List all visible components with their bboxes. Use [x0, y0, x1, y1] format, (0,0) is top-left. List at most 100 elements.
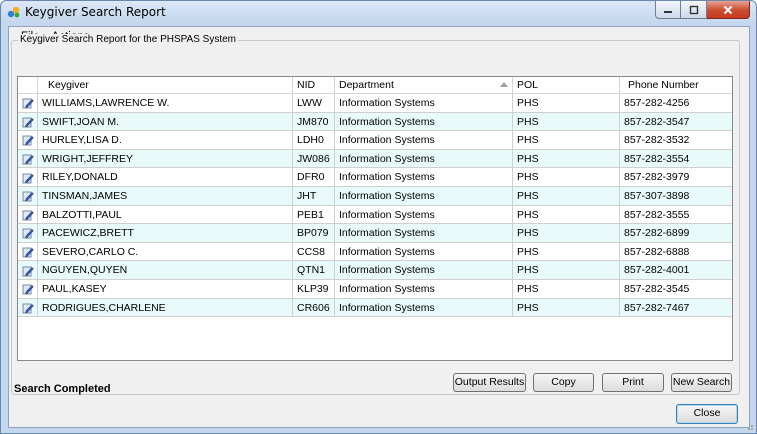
grid-body: WILLIAMS,LAWRENCE W. LWW Information Syste…	[18, 94, 732, 318]
cell-keygiver: WRIGHT,JEFFREY	[38, 149, 293, 169]
edit-pencil-icon	[22, 173, 34, 184]
cell-keygiver: WILLIAMS,LAWRENCE W.	[38, 94, 293, 113]
cell-keygiver: NGUYEN,QUYEN	[38, 261, 293, 280]
cell-nid: KLP39	[293, 279, 335, 299]
table-row[interactable]: TINSMAN,JAMES JHT Information Systems PHS 85…	[18, 186, 732, 206]
window-close-button[interactable]	[707, 1, 750, 19]
cell-phone-number: 857-282-6899	[624, 227, 690, 240]
minimize-button[interactable]	[655, 1, 681, 19]
maximize-button[interactable]	[681, 1, 707, 19]
header-phone-number[interactable]: Phone Number	[620, 77, 732, 94]
cell-keygiver: RILEY,DONALD	[38, 168, 293, 187]
cell-pol: PHS	[513, 149, 620, 169]
table-row[interactable]: NGUYEN,QUYEN QTN1 Information Systems PHS 85…	[18, 261, 732, 280]
status-text: Search Completed	[14, 383, 111, 395]
cell-keygiver: SEVERO,CARLO C.	[38, 242, 293, 262]
resize-grip-icon[interactable]	[744, 421, 754, 431]
row-edit-button[interactable]	[18, 242, 38, 262]
edit-pencil-icon	[22, 266, 34, 277]
cell-nid: PEB1	[293, 205, 335, 225]
row-edit-button[interactable]	[18, 298, 38, 318]
cell-pol: PHS	[513, 242, 620, 262]
table-row[interactable]: HURLEY,LISA D. LDH0 Information Systems PHS…	[18, 131, 732, 150]
header-department[interactable]: Department	[335, 77, 513, 94]
cell-phone-number: 857-282-3555	[624, 208, 690, 221]
row-edit-button[interactable]	[18, 224, 38, 243]
table-row[interactable]: BALZOTTI,PAUL PEB1 Information Systems PHS 8…	[18, 205, 732, 225]
table-row[interactable]: SWIFT,JOAN M. JM870 Information Systems PHS…	[18, 112, 732, 132]
application-window: Keygiver Search Report File Actions Keyg…	[0, 0, 757, 434]
cell-pol: PHS	[513, 131, 620, 150]
table-row[interactable]: WILLIAMS,LAWRENCE W. LWW Information Syste…	[18, 94, 732, 113]
cell-phone-number: 857-282-3979	[624, 171, 690, 184]
cell-nid: JHT	[293, 186, 335, 206]
cell-phone-number: 857-282-3532	[624, 134, 690, 147]
cell-pol: PHS	[513, 112, 620, 132]
cell-phone-number: 857-282-3554	[624, 152, 690, 165]
cell-pol: PHS	[513, 298, 620, 318]
print-button[interactable]: Print	[602, 373, 664, 392]
edit-pencil-icon	[22, 98, 34, 109]
table-row[interactable]: SEVERO,CARLO C. CCS8 Information Systems PH…	[18, 242, 732, 262]
grid-header: Keygiver NID Department POL Phone Number	[18, 77, 732, 94]
cell-keygiver: PAUL,KASEY	[38, 279, 293, 299]
close-button[interactable]: Close	[676, 404, 738, 424]
row-edit-button[interactable]	[18, 112, 38, 132]
close-icon	[723, 5, 733, 14]
cell-keygiver: BALZOTTI,PAUL	[38, 205, 293, 225]
cell-keygiver: HURLEY,LISA D.	[38, 131, 293, 150]
cell-nid: LWW	[293, 94, 335, 113]
copy-button[interactable]: Copy	[533, 373, 594, 392]
cell-pol: PHS	[513, 261, 620, 280]
cell-nid: QTN1	[293, 261, 335, 280]
cell-department: Information Systems	[335, 205, 513, 225]
edit-pencil-icon	[22, 154, 34, 165]
cell-phone-number: 857-282-6888	[624, 245, 690, 258]
cell-department: Information Systems	[335, 94, 513, 113]
header-keygiver[interactable]: Keygiver	[38, 77, 293, 94]
edit-pencil-icon	[22, 210, 34, 221]
table-row[interactable]: WRIGHT,JEFFREY JW086 Information Systems PH…	[18, 149, 732, 169]
edit-pencil-icon	[22, 191, 34, 202]
title-bar[interactable]: Keygiver Search Report	[1, 1, 756, 23]
header-nid[interactable]: NID	[293, 77, 335, 94]
cell-department: Information Systems	[335, 279, 513, 299]
cell-phone-number: 857-282-4256	[624, 97, 690, 109]
header-icon-column	[18, 77, 38, 94]
cell-department: Information Systems	[335, 186, 513, 206]
maximize-icon	[689, 5, 698, 14]
row-edit-button[interactable]	[18, 186, 38, 206]
row-edit-button[interactable]	[18, 131, 38, 150]
row-edit-button[interactable]	[18, 94, 38, 113]
cell-keygiver: TINSMAN,JAMES	[38, 186, 293, 206]
table-row[interactable]: RILEY,DONALD DFR0 Information Systems PHS 85…	[18, 168, 732, 187]
cell-department: Information Systems	[335, 131, 513, 150]
row-edit-button[interactable]	[18, 261, 38, 280]
cell-pol: PHS	[513, 94, 620, 113]
cell-department: Information Systems	[335, 242, 513, 262]
cell-phone-number: 857-282-3547	[624, 115, 690, 128]
new-search-button[interactable]: New Search	[671, 373, 732, 392]
results-grid[interactable]: Keygiver NID Department POL Phone Number…	[17, 76, 733, 361]
cell-keygiver: PACEWICZ,BRETT	[38, 224, 293, 243]
edit-pencil-icon	[22, 117, 34, 128]
cell-department: Information Systems	[335, 224, 513, 243]
table-row[interactable]: PAUL,KASEY KLP39 Information Systems PHS 857…	[18, 279, 732, 299]
edit-pencil-icon	[22, 303, 34, 314]
cell-department: Information Systems	[335, 149, 513, 169]
table-row[interactable]: RODRIGUES,CHARLENE CR606 Information Syste…	[18, 298, 732, 318]
row-edit-button[interactable]	[18, 279, 38, 299]
row-edit-button[interactable]	[18, 168, 38, 187]
cell-phone-number: 857-307-3898	[624, 189, 690, 202]
edit-pencil-icon	[22, 284, 34, 295]
row-edit-button[interactable]	[18, 205, 38, 225]
cell-nid: JW086	[293, 149, 335, 169]
cell-nid: LDH0	[293, 131, 335, 150]
header-pol[interactable]: POL	[513, 77, 620, 94]
output-results-button[interactable]: Output Results	[453, 373, 526, 392]
table-row[interactable]: PACEWICZ,BRETT BP079 Information Systems PH…	[18, 224, 732, 243]
cell-phone-number: 857-282-3545	[624, 282, 690, 295]
edit-pencil-icon	[22, 229, 34, 239]
window-controls	[655, 1, 750, 19]
row-edit-button[interactable]	[18, 149, 38, 169]
